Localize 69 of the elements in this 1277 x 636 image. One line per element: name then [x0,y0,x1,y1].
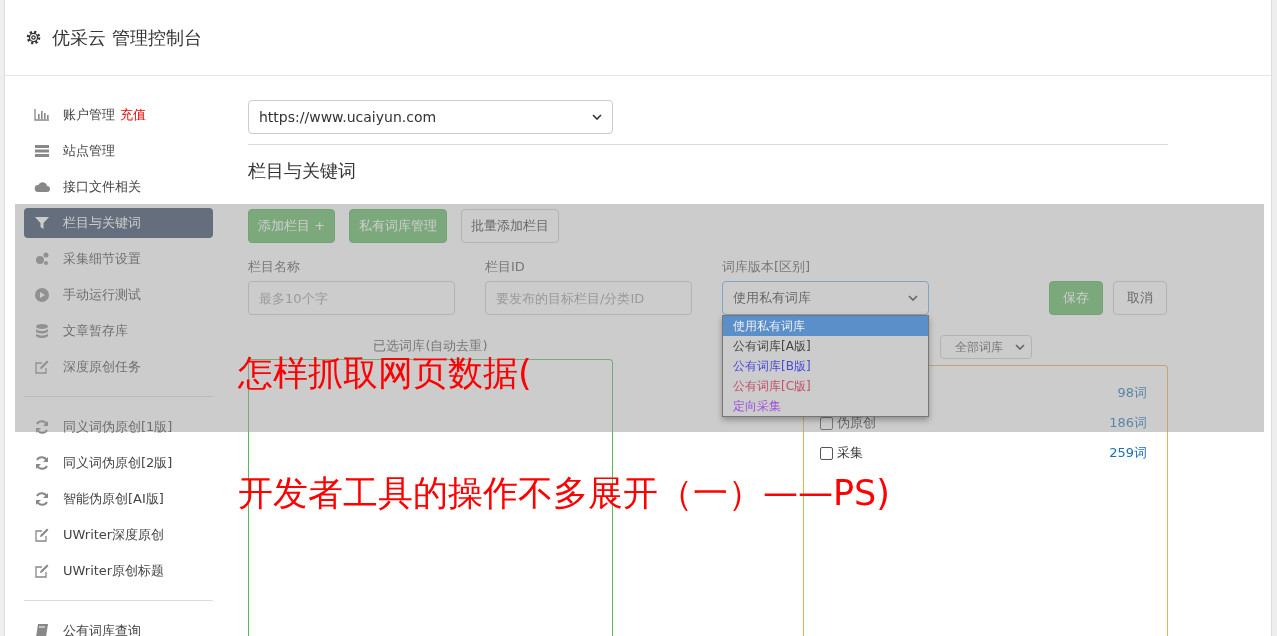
sidebar-label: 同义词伪原创[2版] [63,454,173,472]
refresh-icon [34,455,50,471]
library-name: 伪原创 [837,414,876,432]
sidebar-item[interactable]: 站点管理 [24,136,213,166]
database-icon [34,323,50,339]
checkbox[interactable] [820,446,833,460]
version-select[interactable]: 使用私有词库 [722,281,929,315]
filter-icon [34,215,50,231]
sidebar-label: 智能伪原创[AI版] [63,490,164,508]
sidebar-item[interactable]: 公有词库查询 [24,616,213,636]
sidebar-item[interactable]: 文章暂存库 [24,316,213,346]
sidebar-label: 栏目与关键词 [63,214,141,232]
toolbar-button[interactable]: 批量添加栏目 [461,209,560,243]
refresh-icon [34,491,50,507]
sidebar-item[interactable]: 账户管理 充值 [24,100,213,130]
checkbox[interactable] [820,416,833,430]
cloud-upload-icon [34,179,50,195]
edit-icon [34,563,50,579]
caption-text: 怎样抓取网页数据( [238,352,532,395]
word-count: 259词 [1109,444,1147,462]
site-select[interactable]: https://www.ucaiyun.com [248,100,613,134]
sidebar-item[interactable]: UWriter原创标题 [24,556,213,586]
sidebar-item[interactable]: 栏目与关键词 [24,208,213,238]
edit-icon [34,527,50,543]
sidebar-item[interactable]: 手动运行测试 [24,280,213,310]
refresh-icon [34,419,50,435]
sidebar-label: 手动运行测试 [63,286,141,304]
dropdown-option[interactable]: 公有词库[A版] [723,336,928,356]
library-filter-select[interactable]: 全部词库 [940,335,1032,359]
edit-icon [34,359,50,375]
sidebar-item[interactable]: 深度原创任务 [24,352,213,382]
recharge-link[interactable]: 充值 [120,106,146,124]
dropdown-option[interactable]: 使用私有词库 [723,316,928,336]
sidebar-label: 文章暂存库 [63,322,128,340]
play-icon [34,287,50,303]
header-title: 优采云 管理控制台 [52,25,202,50]
bar-chart-icon [34,107,50,123]
library-name: 采集 [837,444,863,462]
sidebar-item[interactable]: 同义词伪原创[1版] [24,412,213,442]
dropdown-option[interactable]: 定向采集 [723,396,928,416]
section-title: 栏目与关键词 [248,159,357,183]
word-count: 98词 [1117,384,1147,402]
sidebar-label: 站点管理 [63,142,115,160]
cancel-button[interactable]: 取消 [1113,281,1167,315]
sidebar-label: 深度原创任务 [63,358,141,376]
dropdown-option[interactable]: 公有词库[B版] [723,356,928,376]
sidebar-label: 同义词伪原创[1版] [63,418,173,436]
sidebar-label: 采集细节设置 [63,250,141,268]
selected-library-label: 已选词库(自动去重) [373,337,488,355]
sidebar-label: UWriter深度原创 [63,526,165,544]
settings-icon [25,29,42,46]
sidebar-item[interactable]: 采集细节设置 [24,244,213,274]
chevron-icon [908,295,918,301]
server-icon [34,143,50,159]
field-label: 词库版本[区别] [722,258,812,276]
chevron-icon [592,114,602,120]
sidebar-item[interactable]: 同义词伪原创[2版] [24,448,213,478]
field-label: 栏目ID [485,258,526,276]
sidebar-item[interactable]: 接口文件相关 [24,172,213,202]
word-count: 186词 [1109,414,1147,432]
field-label: 栏目名称 [248,258,301,276]
sidebar-label: 接口文件相关 [63,178,141,196]
sidebar-label: 公有词库查询 [63,622,141,636]
dropdown-option[interactable]: 公有词库[C版] [723,376,928,396]
sidebar-label: 账户管理 [63,106,115,124]
chevron-icon [1015,344,1025,350]
sidebar-label: UWriter原创标题 [63,562,165,580]
sidebar-item[interactable]: 智能伪原创[AI版] [24,484,213,514]
sidebar-item[interactable]: UWriter深度原创 [24,520,213,550]
